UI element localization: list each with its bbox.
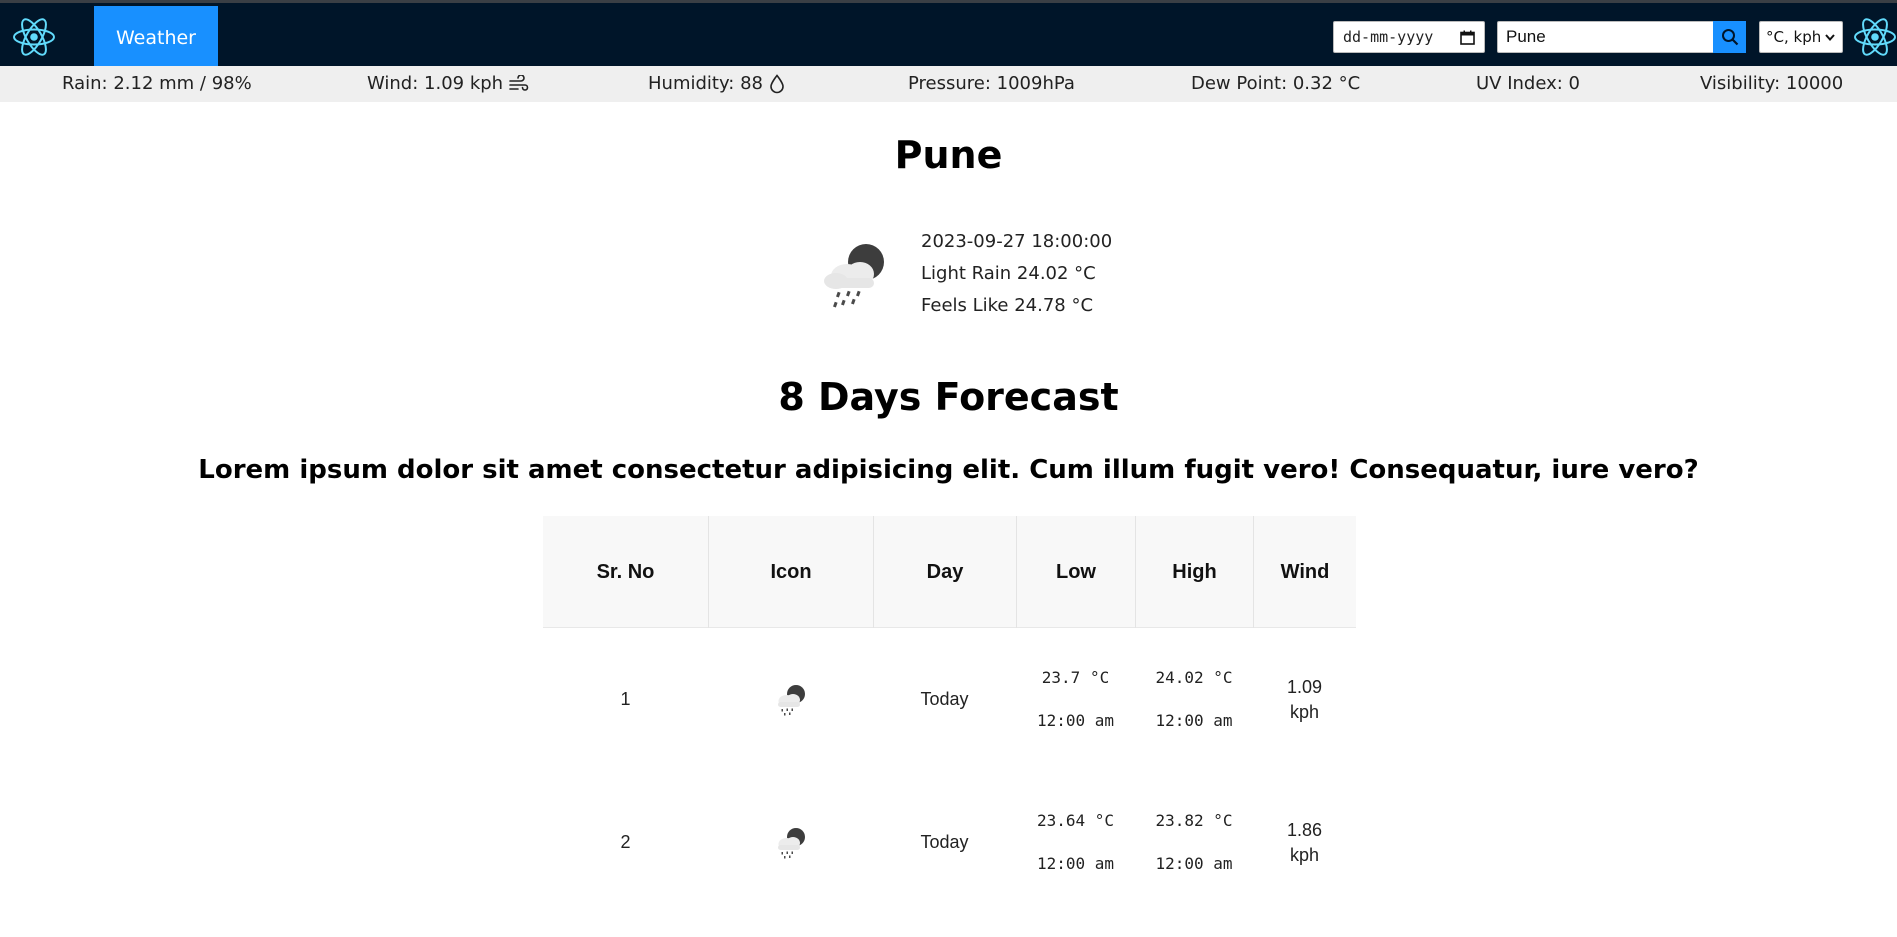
column-header-day: Day	[873, 516, 1016, 628]
night-rain-cloud-icon	[777, 827, 805, 858]
column-header-low: Low	[1016, 516, 1135, 628]
search-icon	[1721, 29, 1738, 46]
date-input[interactable]: dd-mm-yyyy	[1333, 21, 1485, 53]
calendar-icon[interactable]	[1460, 30, 1475, 45]
current-datetime: 2023-09-27 18:00:00	[921, 231, 1113, 252]
high-cell: 24.02 °C 12:00 am	[1135, 628, 1253, 771]
day-cell: Today	[920, 689, 969, 709]
high-temp: 23.82 °C	[1155, 811, 1233, 830]
pressure-stat: Pressure: 1009hPa	[908, 73, 1075, 94]
wind-unit: kph	[1289, 844, 1320, 865]
low-temp: 23.64 °C	[1036, 811, 1115, 830]
low-time: 12:00 am	[1036, 854, 1115, 873]
top-navbar: Weather dd-mm-yyyy Pune °C, kph	[0, 0, 1897, 69]
current-feels-like: Feels Like 24.78 °C	[921, 295, 1094, 316]
dew-point-stat-text: Dew Point: 0.32 °C	[1191, 73, 1361, 94]
night-rain-cloud-icon	[824, 244, 884, 308]
high-cell: 23.82 °C 12:00 am	[1135, 771, 1253, 914]
humidity-stat-text: Humidity: 88	[648, 73, 763, 94]
low-cell: 23.7 °C 12:00 am	[1016, 628, 1135, 771]
high-temp: 24.02 °C	[1155, 668, 1233, 687]
uv-index-stat-text: UV Index: 0	[1476, 73, 1581, 94]
sr-no-cell: 2	[620, 832, 631, 852]
low-temp: 23.7 °C	[1041, 668, 1110, 687]
chevron-down-icon	[1825, 34, 1835, 42]
high-time: 12:00 am	[1155, 711, 1233, 730]
wind-stat-text: Wind: 1.09 kph	[367, 73, 504, 94]
unit-select[interactable]: °C, kph	[1759, 21, 1843, 53]
column-header-wind: Wind	[1253, 516, 1356, 628]
wind-value: 1.86	[1286, 819, 1323, 840]
sr-no-cell: 1	[620, 689, 631, 709]
pressure-stat-text: Pressure: 1009hPa	[908, 73, 1075, 94]
humidity-stat: Humidity: 88	[648, 73, 785, 94]
low-cell: 23.64 °C 12:00 am	[1016, 771, 1135, 914]
current-condition: Light Rain 24.02 °C	[921, 263, 1096, 284]
wind-value: 1.09	[1286, 676, 1323, 697]
forecast-subtitle: Lorem ipsum dolor sit amet consectetur a…	[198, 455, 1699, 485]
column-header-sr-no: Sr. No	[596, 560, 655, 583]
day-cell: Today	[920, 832, 969, 852]
city-search-input[interactable]: Pune	[1497, 21, 1713, 53]
visibility-stat-text: Visibility: 10000	[1700, 73, 1844, 94]
table-row: 2 Today 23.64 °C 12:00 am 23.82 °C 12:00…	[543, 771, 1356, 914]
low-time: 12:00 am	[1036, 711, 1115, 730]
table-row: 1 Today 23.7 °C 12:00 am 24.02 °C 12:00 …	[543, 628, 1356, 771]
wind-stat: Wind: 1.09 kph	[367, 73, 529, 94]
wind-unit: kph	[1289, 701, 1320, 722]
uv-index-stat: UV Index: 0	[1476, 73, 1580, 94]
react-logo-icon[interactable]	[12, 15, 56, 59]
wind-cell: 1.09 kph	[1253, 628, 1356, 771]
icon-cell	[708, 771, 873, 914]
column-header-high: High	[1135, 516, 1253, 628]
water-drop-icon	[770, 73, 784, 93]
wind-icon	[509, 74, 529, 91]
unit-select-value: °C, kph	[1766, 28, 1822, 46]
weather-stats-bar: Rain: 2.12 mm / 98% Wind: 1.09 kph Humid…	[0, 66, 1897, 102]
visibility-stat: Visibility: 10000	[1700, 73, 1843, 94]
table-header: Sr. No Icon Day Low High Wind	[543, 516, 1356, 628]
date-placeholder: dd-mm-yyyy	[1343, 28, 1434, 46]
dew-point-stat: Dew Point: 0.32 °C	[1191, 73, 1360, 94]
rain-stat-text: Rain: 2.12 mm / 98%	[62, 73, 252, 94]
search-button[interactable]	[1713, 21, 1746, 53]
high-time: 12:00 am	[1155, 854, 1233, 873]
nav-item-weather[interactable]: Weather	[94, 6, 218, 69]
forecast-title: 8 Days Forecast	[778, 375, 1119, 419]
wind-cell: 1.86 kph	[1253, 771, 1356, 914]
react-logo-icon[interactable]	[1853, 15, 1897, 59]
icon-cell	[708, 628, 873, 771]
night-rain-cloud-icon	[777, 684, 805, 715]
column-header-icon: Icon	[708, 516, 873, 628]
city-title: Pune	[894, 133, 1003, 177]
rain-stat: Rain: 2.12 mm / 98%	[62, 73, 252, 94]
